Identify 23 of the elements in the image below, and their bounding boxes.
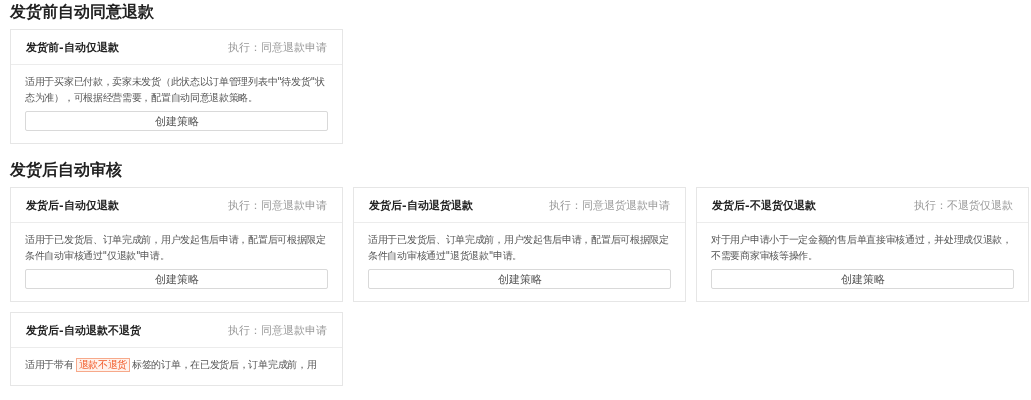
card-description: 适用于已发货后、订单完成前，用户发起售后申请，配置后可根据限定条件自动审核通过"仅退款"申请。: [25, 234, 326, 261]
create-strategy-button[interactable]: 创建策略: [25, 269, 328, 289]
card-title: 发货后-自动退货退款: [369, 197, 473, 213]
card-description: 适用于已发货后、订单完成前，用户发起售后申请，配置后可根据限定条件自动审核通过"退货退款"申请。: [368, 234, 669, 261]
tag-badge: 退款不退货: [75, 358, 131, 372]
card-title: 发货后-自动退款不退货: [26, 322, 141, 338]
card-title: 发货后-不退货仅退款: [712, 197, 816, 213]
card-description: 适用于买家已付款，卖家未发货（此状态以订单管理列表中"待发货"状态为准），可根据经营需要，配置自动同意退款策略。: [25, 76, 325, 103]
card-title: 发货前-自动仅退款: [26, 39, 119, 55]
card-title: 发货后-自动仅退款: [26, 197, 119, 213]
card-description: 适用于带有: [25, 359, 74, 370]
action-label: 执行：同意退款申请: [228, 322, 327, 338]
section-title: 发货前自动同意退款: [10, 1, 155, 23]
section-title: 发货后自动审核: [10, 159, 123, 181]
create-strategy-button[interactable]: 创建策略: [368, 269, 671, 289]
card-description: 对于用户申请小于一定金额的售后单直接审核通过，并处理成仅退款，不需要商家审核等操作。: [711, 234, 1012, 261]
create-strategy-button[interactable]: 创建策略: [25, 111, 328, 131]
create-strategy-button[interactable]: 创建策略: [711, 269, 1014, 289]
action-label: 执行：同意退款申请: [228, 197, 327, 213]
action-label: 执行：同意退货退款申请: [549, 197, 670, 213]
action-label: 执行：同意退款申请: [228, 39, 327, 55]
card-description: 标签的订单，在已发货后，订单完成前，用: [132, 359, 317, 370]
action-label: 执行：不退货仅退款: [914, 197, 1013, 213]
